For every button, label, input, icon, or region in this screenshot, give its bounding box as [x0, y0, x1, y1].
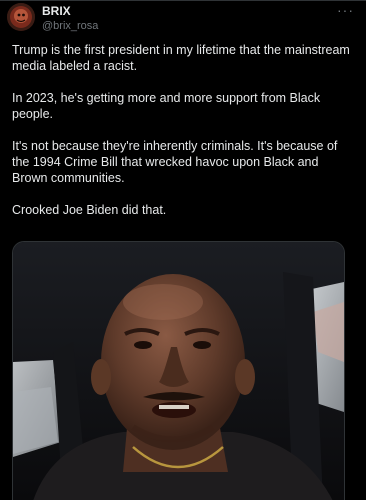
post-card: BRIX @brix_rosa ··· Trump is the first p…: [0, 0, 366, 500]
profile-avatar-icon: [7, 3, 35, 31]
post-text: Trump is the first president in my lifet…: [12, 42, 352, 234]
video-frame-image: [13, 242, 344, 500]
post-paragraph: It's not because they're inherently crim…: [12, 139, 338, 185]
video-thumbnail[interactable]: [12, 241, 345, 500]
post-paragraph: Trump is the first president in my lifet…: [12, 43, 350, 73]
author-handle[interactable]: @brix_rosa: [42, 20, 98, 32]
more-horizontal-icon[interactable]: ···: [337, 2, 354, 18]
avatar[interactable]: [7, 3, 35, 31]
divider: [0, 0, 366, 1]
post-paragraph: In 2023, he's getting more and more supp…: [12, 91, 321, 121]
post-paragraph: Crooked Joe Biden did that.: [12, 203, 167, 217]
author-name[interactable]: BRIX: [42, 4, 71, 18]
